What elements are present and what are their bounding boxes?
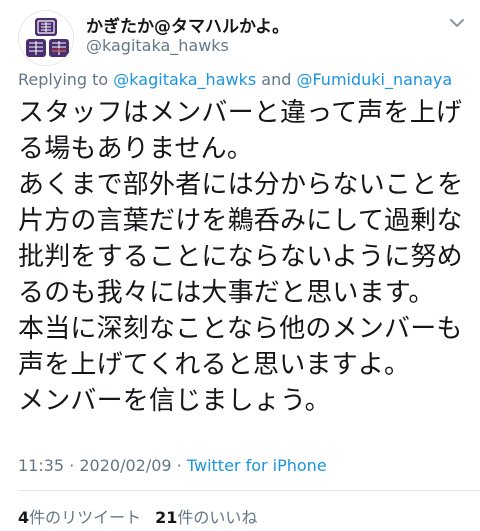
tweet-line: る場もありません。	[18, 134, 254, 164]
tweet-source-link[interactable]: Twitter for iPhone	[187, 456, 327, 475]
meta-separator: ·	[64, 456, 80, 475]
tweet-line: スタッフはメンバーと違って声を上げ	[18, 98, 463, 128]
replying-to-prefix: Replying to	[18, 70, 114, 89]
mention-link-kagitaka[interactable]: @kagitaka_hawks	[113, 70, 256, 89]
meta-separator: ·	[171, 456, 187, 475]
divider	[18, 490, 480, 491]
replying-to: Replying to @kagitaka_hawks and @Fumiduk…	[18, 70, 452, 89]
mention-link-fumiduki[interactable]: @Fumiduki_nanaya	[296, 70, 452, 89]
retweets-label: 件のリツイート	[29, 508, 142, 527]
likes-count: 21	[155, 508, 178, 527]
author-handle[interactable]: @kagitaka_hawks	[86, 36, 229, 55]
tweet-line: るのも我々には大事だと思います。	[18, 278, 435, 308]
likes-stat[interactable]: 21件のいいね	[155, 508, 257, 527]
tweet-line: 批判をすることにならないように努め	[18, 242, 463, 272]
tweet-line: 片方の言葉だけを鵜呑みにして過剰な	[18, 206, 463, 236]
tweet-line: 本当に深刻なことなら他のメンバーも	[18, 314, 463, 344]
tweet-stats: 4件のリツイート 21件のいいね	[18, 504, 257, 528]
avatar[interactable]	[18, 10, 74, 66]
team-emblem-icon	[19, 11, 73, 65]
retweets-stat[interactable]: 4件のリツイート	[18, 508, 141, 527]
tweet-line: メンバーを信じましょう。	[18, 386, 331, 416]
tweet-date[interactable]: 2020/02/09	[79, 456, 171, 475]
tweet-line: あくまで部外者には分からないことを	[18, 170, 464, 200]
tweet-time[interactable]: 11:35	[18, 456, 64, 475]
tweet-meta: 11:35 · 2020/02/09 · Twitter for iPhone	[18, 456, 327, 475]
replying-to-conjunction: and	[256, 70, 297, 89]
retweets-count: 4	[18, 508, 30, 527]
author-display-name[interactable]: かぎたか@タマハルかよ。	[86, 12, 289, 37]
chevron-down-icon[interactable]	[446, 12, 468, 34]
tweet-line: 声を上げてくれると思いますよ。	[18, 350, 411, 380]
tweet-text: スタッフはメンバーと違って声を上げ る場もありません。 あくまで部外者には分から…	[18, 95, 478, 419]
likes-label: 件のいいね	[177, 508, 258, 527]
